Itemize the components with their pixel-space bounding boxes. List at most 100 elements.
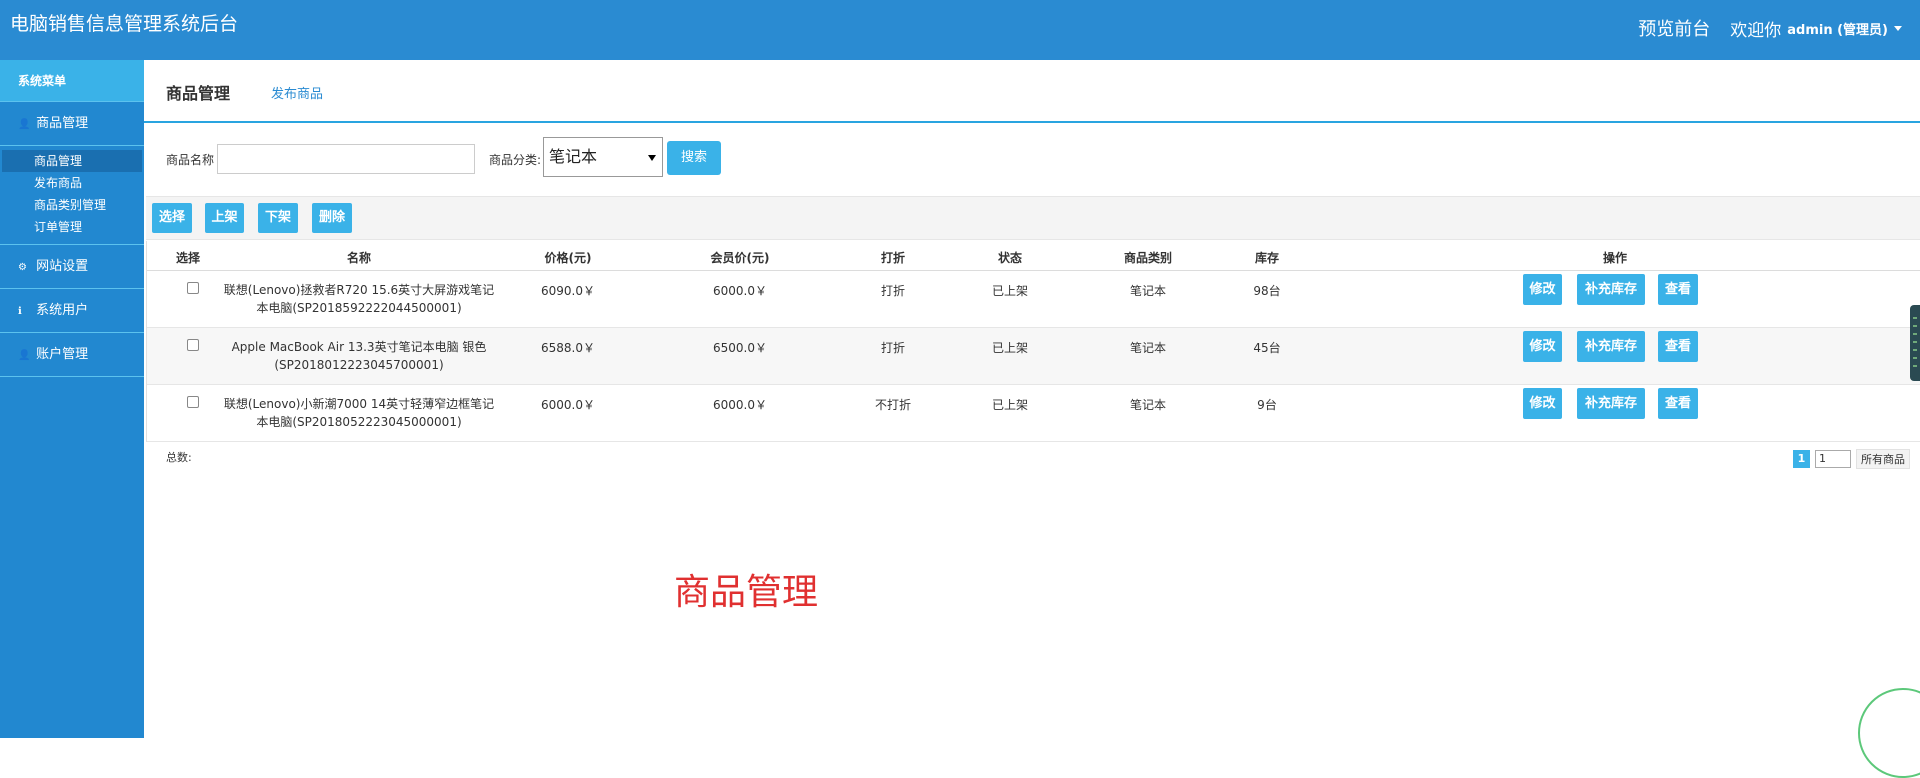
grip-mark: [1913, 357, 1917, 359]
sidebar-item-product-manage[interactable]: 商品管理: [2, 150, 142, 172]
edit-button[interactable]: 修改: [1523, 331, 1562, 362]
welcome-text: 欢迎你: [1730, 16, 1781, 41]
price-cell: 6000.0￥: [541, 396, 595, 413]
member-price-cell: 6500.0￥: [713, 339, 767, 356]
row-checkbox[interactable]: [187, 396, 199, 408]
product-name-cell: Apple MacBook Air 13.3英寸笔记本电脑 银色 (SP2018…: [219, 338, 499, 374]
view-button[interactable]: 查看: [1658, 331, 1698, 362]
app-title: 电脑销售信息管理系统后台: [10, 9, 238, 36]
view-button[interactable]: 查看: [1658, 274, 1698, 305]
sidebar-group-label: 系统用户: [36, 303, 88, 318]
table-header: 选择 名称 价格(元) 会员价(元) 打折 状态 商品类别 库存 操作: [147, 241, 1920, 271]
row-checkbox[interactable]: [187, 339, 199, 351]
column-header-stock: 库存: [1255, 249, 1279, 266]
product-name-cell: 联想(Lenovo)小新潮7000 14英寸轻薄窄边框笔记 本电脑(SP2018…: [219, 395, 499, 431]
sidebar: 系统菜单 👤 商品管理 商品管理 发布商品 商品类别管理 订单管理 ⚙ 网站设置…: [0, 60, 144, 738]
admin-user-menu[interactable]: admin (管理员): [1787, 19, 1888, 38]
column-header-operations: 操作: [1603, 249, 1627, 266]
member-price-cell: 6000.0￥: [713, 282, 767, 299]
user-icon: 👤: [18, 334, 30, 378]
edit-button[interactable]: 修改: [1523, 274, 1562, 305]
category-cell: 笔记本: [1130, 396, 1166, 413]
column-header-category: 商品类别: [1124, 249, 1172, 266]
search-bar: 商品名称 商品分类: 笔记本 搜索: [144, 134, 1920, 184]
sidebar-group-label: 商品管理: [36, 116, 88, 131]
sidebar-group-label: 网站设置: [36, 259, 88, 274]
column-header-status: 状态: [998, 249, 1022, 266]
category-select[interactable]: 笔记本: [543, 137, 663, 177]
sidebar-menu-title: 系统菜单: [0, 60, 144, 102]
top-bar: 电脑销售信息管理系统后台 预览前台 欢迎你 admin (管理员): [0, 0, 1920, 60]
table-row: Apple MacBook Air 13.3英寸笔记本电脑 银色 (SP2018…: [147, 328, 1920, 385]
category-select-value: 笔记本: [549, 147, 597, 166]
sidebar-submenu: 商品管理 发布商品 商品类别管理 订单管理: [0, 146, 144, 245]
tab-product-manage[interactable]: 商品管理: [166, 80, 230, 104]
category-cell: 笔记本: [1130, 282, 1166, 299]
product-name-input[interactable]: [217, 144, 475, 174]
page-heading-watermark: 商品管理: [674, 563, 818, 615]
view-button[interactable]: 查看: [1658, 388, 1698, 419]
all-products-link[interactable]: 所有商品: [1856, 449, 1910, 469]
gear-icon: ⚙: [18, 246, 30, 290]
sidebar-item-publish-product[interactable]: 发布商品: [2, 172, 142, 194]
column-header-discount: 打折: [881, 249, 905, 266]
product-name-cell: 联想(Lenovo)拯救者R720 15.6英寸大屏游戏笔记 本电脑(SP201…: [219, 281, 499, 317]
grip-mark: [1913, 349, 1917, 351]
grip-mark: [1913, 365, 1917, 367]
member-price-cell: 6000.0￥: [713, 396, 767, 413]
pagination: 1 1 所有商品: [1793, 449, 1910, 469]
list-on-shelf-button[interactable]: 上架: [205, 203, 244, 233]
sidebar-group-label: 账户管理: [36, 347, 88, 362]
category-label: 商品分类:: [489, 151, 541, 168]
tab-publish-product[interactable]: 发布商品: [271, 83, 323, 102]
column-header-name: 名称: [347, 249, 371, 266]
restock-button[interactable]: 补充库存: [1577, 388, 1645, 419]
sidebar-item-category-manage[interactable]: 商品类别管理: [2, 194, 142, 216]
sidebar-item-order-manage[interactable]: 订单管理: [2, 216, 142, 238]
edit-button[interactable]: 修改: [1523, 388, 1562, 419]
page-number-input[interactable]: 1: [1815, 450, 1851, 468]
category-cell: 笔记本: [1130, 339, 1166, 356]
table-footer: 总数: 1 1 所有商品: [144, 443, 1920, 473]
delete-button[interactable]: 删除: [312, 203, 352, 233]
status-cell: 已上架: [992, 282, 1028, 299]
off-shelf-button[interactable]: 下架: [258, 203, 298, 233]
preview-frontend-link[interactable]: 预览前台: [1638, 15, 1710, 41]
discount-cell: 打折: [881, 282, 905, 299]
status-cell: 已上架: [992, 396, 1028, 413]
current-page-button[interactable]: 1: [1793, 450, 1810, 468]
side-scroll-handle[interactable]: [1910, 305, 1920, 381]
sidebar-group-product[interactable]: 👤 商品管理: [0, 102, 144, 146]
dropdown-arrow-icon: [648, 155, 656, 161]
stock-cell: 9台: [1257, 396, 1277, 413]
search-button[interactable]: 搜索: [667, 141, 721, 175]
restock-button[interactable]: 补充库存: [1577, 274, 1645, 305]
grip-mark: [1913, 333, 1917, 335]
grip-mark: [1913, 325, 1917, 327]
tabs-bar: 商品管理 发布商品: [144, 60, 1920, 123]
column-header-price: 价格(元): [545, 249, 592, 266]
info-icon: ℹ: [18, 290, 30, 334]
sidebar-group-system-users[interactable]: ℹ 系统用户: [0, 289, 144, 333]
price-cell: 6090.0￥: [541, 282, 595, 299]
grip-mark: [1913, 341, 1917, 343]
table-row: 联想(Lenovo)小新潮7000 14英寸轻薄窄边框笔记 本电脑(SP2018…: [147, 385, 1920, 442]
caret-down-icon[interactable]: [1894, 26, 1902, 31]
topbar-right: 预览前台 欢迎你 admin (管理员): [1638, 15, 1902, 41]
status-cell: 已上架: [992, 339, 1028, 356]
grip-mark: [1913, 317, 1917, 319]
table-row: 联想(Lenovo)拯救者R720 15.6英寸大屏游戏笔记 本电脑(SP201…: [147, 271, 1920, 328]
restock-button[interactable]: 补充库存: [1577, 331, 1645, 362]
product-table: 选择 名称 价格(元) 会员价(元) 打折 状态 商品类别 库存 操作 联想(L…: [146, 241, 1920, 442]
sidebar-group-account[interactable]: 👤 账户管理: [0, 333, 144, 377]
price-cell: 6588.0￥: [541, 339, 595, 356]
stock-cell: 45台: [1253, 339, 1280, 356]
user-icon: 👤: [18, 103, 30, 147]
main-content: 商品管理 发布商品 商品名称 商品分类: 笔记本 搜索 选择 上架 下架 删除 …: [144, 60, 1920, 738]
discount-cell: 不打折: [875, 396, 911, 413]
row-checkbox[interactable]: [187, 282, 199, 294]
sidebar-group-site-settings[interactable]: ⚙ 网站设置: [0, 245, 144, 289]
select-button[interactable]: 选择: [152, 203, 192, 233]
total-count-label: 总数:: [166, 449, 192, 465]
stock-cell: 98台: [1253, 282, 1280, 299]
